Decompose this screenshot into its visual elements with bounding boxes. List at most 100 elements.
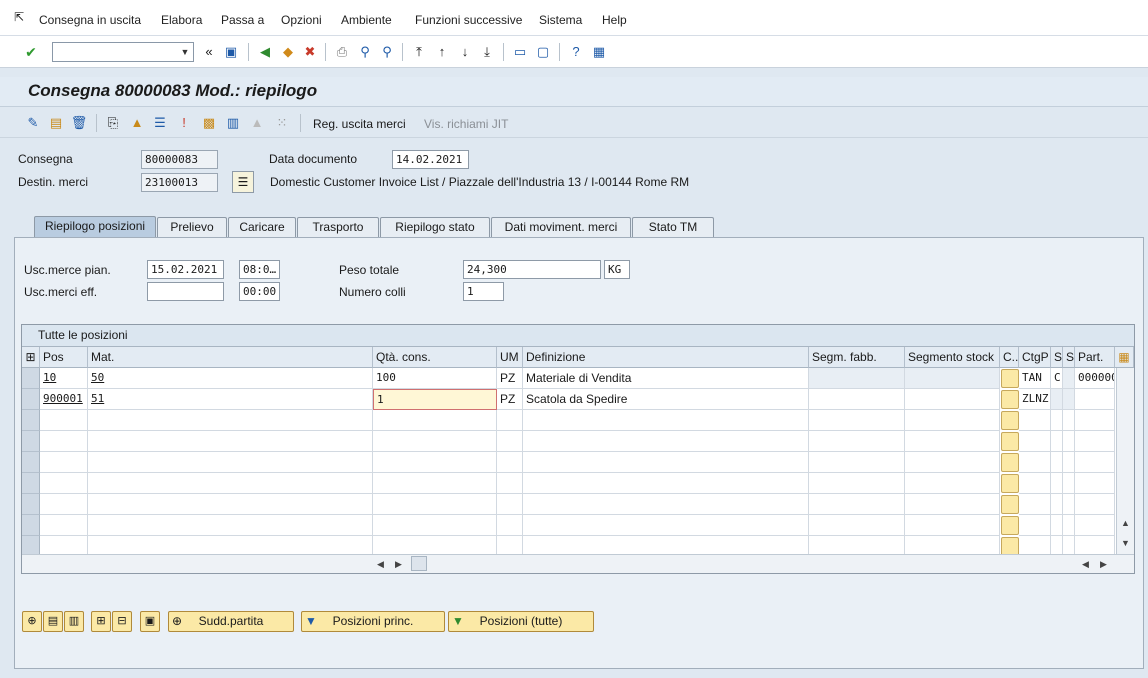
tab-caricare[interactable]: Caricare xyxy=(228,217,296,237)
table-cell-empty[interactable] xyxy=(1051,515,1063,536)
collapse-icon[interactable]: « xyxy=(200,43,218,61)
table-cell-empty[interactable] xyxy=(373,473,497,494)
scroll-down-icon[interactable]: ▼ xyxy=(1121,538,1130,548)
row-selector[interactable] xyxy=(22,515,40,536)
table-cell-empty[interactable] xyxy=(88,452,373,473)
save-icon[interactable]: ▣ xyxy=(222,43,240,61)
layout-icon[interactable]: ▦ xyxy=(590,43,608,61)
table-cell-empty[interactable] xyxy=(1063,515,1075,536)
enter-icon[interactable]: ✔ xyxy=(22,43,40,61)
table-cell-segm-fabb[interactable] xyxy=(809,389,905,410)
table-cell-empty[interactable] xyxy=(523,410,809,431)
table-cell-empty[interactable] xyxy=(1063,410,1075,431)
table-cell-empty[interactable] xyxy=(1051,431,1063,452)
table-cell-empty[interactable] xyxy=(523,473,809,494)
previous-page-icon[interactable]: ↑ xyxy=(433,43,451,61)
back-icon[interactable]: ◀ xyxy=(256,43,274,61)
peso-totale-field[interactable]: 24,300 xyxy=(463,260,601,279)
table-cell-empty[interactable] xyxy=(497,452,523,473)
col-s2[interactable]: S xyxy=(1063,347,1075,368)
table-cell-empty[interactable] xyxy=(1051,410,1063,431)
table-cell-um[interactable]: PZ xyxy=(497,389,523,410)
usc-merci-eff-time-field[interactable]: 00:00 xyxy=(239,282,280,301)
chevron-down-icon[interactable]: ▼ xyxy=(177,43,193,61)
print-icon[interactable]: ⎙ xyxy=(333,43,351,61)
menu-passa-a[interactable]: Passa a xyxy=(221,13,264,27)
row-selector[interactable] xyxy=(22,452,40,473)
menu-consegna[interactable]: Consegna in uscita xyxy=(39,13,141,27)
table-cell-empty[interactable] xyxy=(1063,473,1075,494)
reg-uscita-merci-button[interactable]: Reg. uscita merci xyxy=(313,117,406,131)
table-cell-empty[interactable] xyxy=(1075,431,1115,452)
usc-merce-pian-time-field[interactable]: 08:0… xyxy=(239,260,280,279)
list-icon[interactable]: ▥ xyxy=(224,114,242,132)
table-cell-empty[interactable] xyxy=(523,431,809,452)
shortcut-icon[interactable]: ▢ xyxy=(534,43,552,61)
table-cell-empty[interactable] xyxy=(1019,410,1051,431)
table-cell-empty[interactable] xyxy=(40,473,88,494)
column-settings-icon[interactable]: ▦ xyxy=(1115,347,1134,368)
table-cell-empty[interactable] xyxy=(40,494,88,515)
tab-prelievo[interactable]: Prelievo xyxy=(157,217,227,237)
numero-colli-field[interactable]: 1 xyxy=(463,282,504,301)
table-cell-empty[interactable] xyxy=(809,431,905,452)
table-cell-empty[interactable] xyxy=(1063,452,1075,473)
package-icon[interactable]: ▩ xyxy=(200,114,218,132)
table-cell-part[interactable] xyxy=(1075,389,1115,410)
next-page-icon[interactable]: ↓ xyxy=(456,43,474,61)
table-cell-empty[interactable] xyxy=(809,452,905,473)
table-cell-empty[interactable] xyxy=(373,452,497,473)
table-cell-empty[interactable] xyxy=(88,515,373,536)
table-cell-empty[interactable] xyxy=(523,515,809,536)
table-cell-part[interactable]: 000000 xyxy=(1075,368,1115,389)
scroll-up-icon[interactable]: ▲ xyxy=(1121,518,1130,528)
table-cell-pos[interactable]: 10 xyxy=(40,368,88,389)
table-cell-um[interactable]: PZ xyxy=(497,368,523,389)
usc-merci-eff-date-field[interactable] xyxy=(147,282,224,301)
table-cell-empty[interactable] xyxy=(497,515,523,536)
row-selector[interactable] xyxy=(22,431,40,452)
delete-icon[interactable]: 🗑 xyxy=(70,114,88,132)
tab-trasporto[interactable]: Trasporto xyxy=(297,217,379,237)
table-cell-empty[interactable] xyxy=(373,515,497,536)
command-field[interactable]: ▼ xyxy=(52,42,194,62)
table-cell-empty[interactable] xyxy=(1075,494,1115,515)
stack-icon[interactable]: ☰ xyxy=(151,114,169,132)
menu-elabora[interactable]: Elabora xyxy=(161,13,202,27)
table-cell-segm-stock[interactable] xyxy=(905,389,1000,410)
menu-sistema[interactable]: Sistema xyxy=(539,13,582,27)
table-cell-empty[interactable] xyxy=(905,410,1000,431)
cancel-icon[interactable]: ✖ xyxy=(301,43,319,61)
table-cell-empty[interactable] xyxy=(1019,494,1051,515)
select-all-icon[interactable]: ⊞ xyxy=(22,347,40,368)
data-documento-field[interactable]: 14.02.2021 xyxy=(392,150,469,169)
table-cell-empty[interactable] xyxy=(40,410,88,431)
row-selector[interactable] xyxy=(22,389,40,410)
table-cell-empty[interactable] xyxy=(373,410,497,431)
row-detail-button[interactable] xyxy=(1001,516,1019,535)
table-cell-empty[interactable] xyxy=(1063,494,1075,515)
tab-stato-tm[interactable]: Stato TM xyxy=(632,217,714,237)
table-cell-qta[interactable]: 100 xyxy=(373,368,497,389)
deselect-icon[interactable]: ▥ xyxy=(64,611,84,632)
row-selector[interactable] xyxy=(22,494,40,515)
vertical-scrollbar[interactable]: ▲ ▼ xyxy=(1116,368,1134,554)
table-cell-empty[interactable] xyxy=(905,515,1000,536)
scroll-left-icon[interactable]: ◀ xyxy=(377,559,384,570)
menu-exit-icon[interactable]: ⇱ xyxy=(10,8,28,26)
create-icon[interactable]: ▤ xyxy=(47,114,65,132)
copy-icon[interactable]: ⎘ xyxy=(104,114,122,132)
destin-merci-field[interactable]: 23100013 xyxy=(141,173,218,192)
find-icon[interactable]: ⚲ xyxy=(356,43,374,61)
insert-row-icon[interactable]: ⊞ xyxy=(91,611,111,632)
menu-ambiente[interactable]: Ambiente xyxy=(341,13,392,27)
table-cell-empty[interactable] xyxy=(373,431,497,452)
find-next-icon[interactable]: ⚲ xyxy=(378,43,396,61)
table-cell-empty[interactable] xyxy=(373,494,497,515)
row-selector[interactable] xyxy=(22,368,40,389)
alert-icon[interactable]: ! xyxy=(175,114,193,132)
col-segm-fabb[interactable]: Segm. fabb. xyxy=(809,347,905,368)
table-cell-empty[interactable] xyxy=(523,452,809,473)
first-page-icon[interactable]: ⤒ xyxy=(410,43,428,61)
row-selector[interactable] xyxy=(22,473,40,494)
